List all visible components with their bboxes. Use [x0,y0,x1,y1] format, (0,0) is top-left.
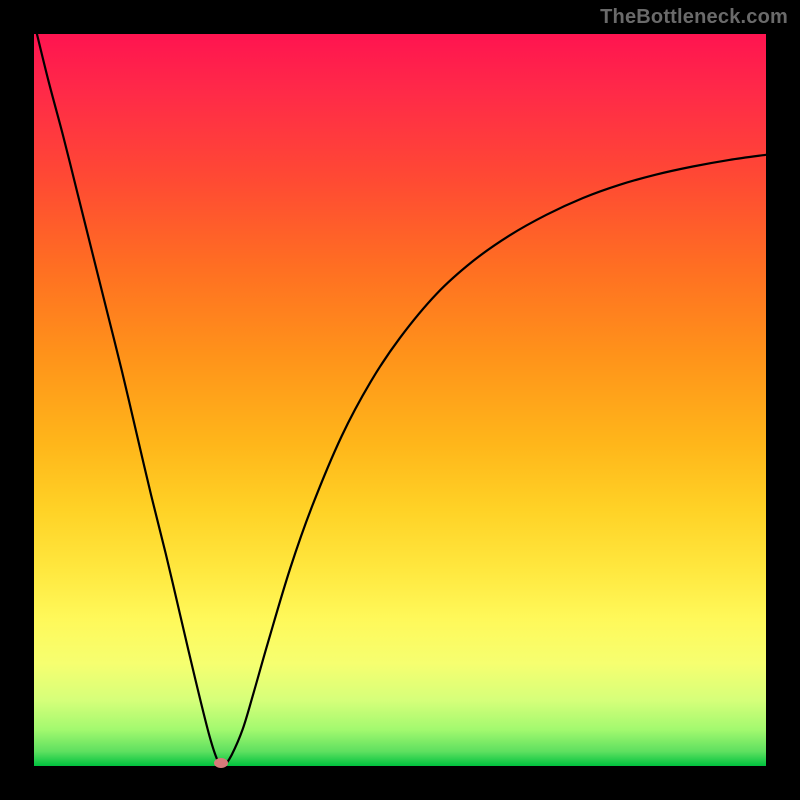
minimum-marker [214,758,228,768]
chart-frame: TheBottleneck.com [0,0,800,800]
watermark-text: TheBottleneck.com [600,6,788,29]
bottleneck-curve [34,34,766,766]
plot-area [34,34,766,766]
